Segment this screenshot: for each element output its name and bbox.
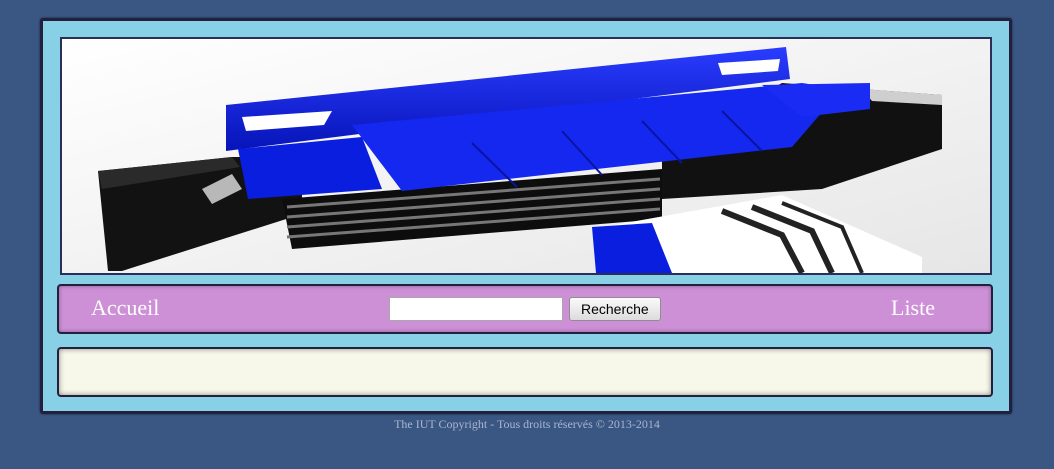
nav-link-list[interactable]: Liste — [891, 295, 935, 321]
content-area — [57, 347, 993, 397]
nav-link-home[interactable]: Accueil — [91, 295, 159, 321]
main-container: Accueil Recherche Liste — [40, 18, 1012, 414]
footer-copyright: The IUT Copyright - Tous droits réservés… — [394, 417, 660, 431]
search-form: Recherche — [389, 297, 661, 321]
sofa-banner-icon — [62, 39, 990, 273]
search-input[interactable] — [389, 297, 563, 321]
search-button[interactable]: Recherche — [569, 297, 661, 321]
header-banner — [60, 37, 992, 275]
navigation-bar: Accueil Recherche Liste — [57, 284, 993, 334]
